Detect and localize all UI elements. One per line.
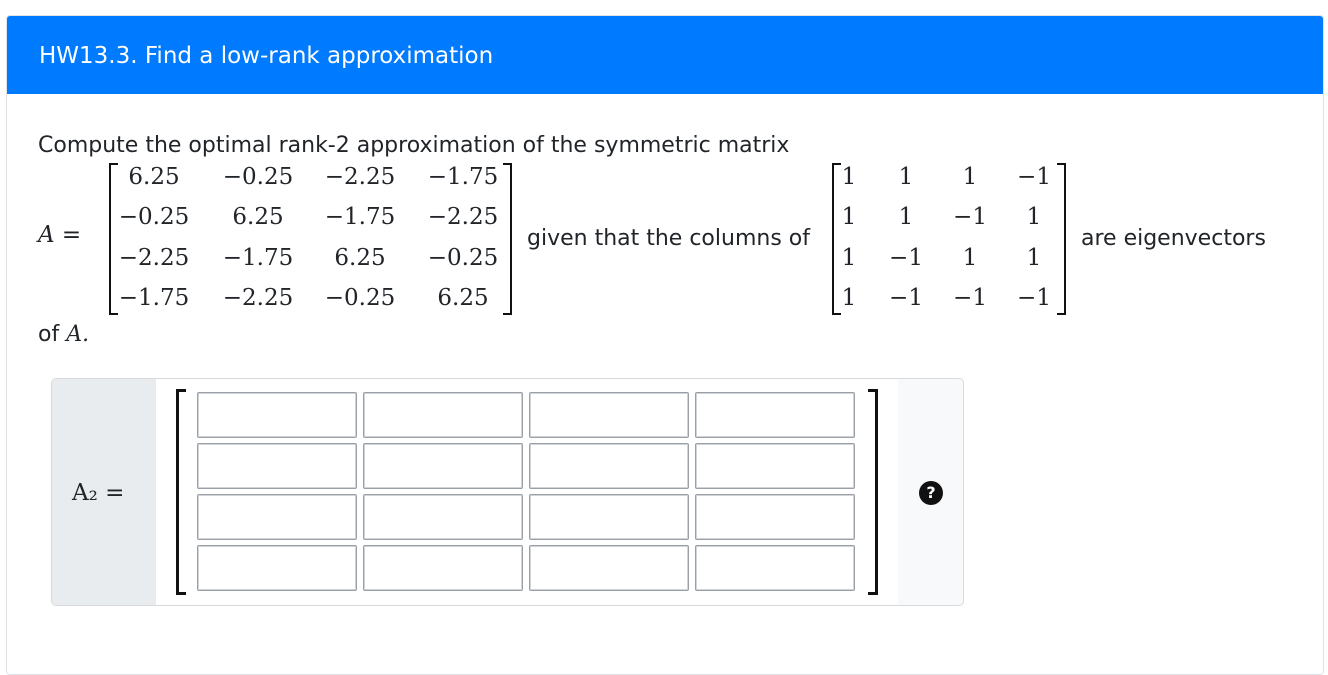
matrix-a-cell: −2.25 — [222, 285, 294, 311]
eigen-matrix-cell: 1 — [1026, 204, 1042, 230]
eigen-matrix-cell: 1 — [841, 245, 857, 271]
eigen-matrix-cell: 1 — [962, 164, 978, 190]
matrix-a-cell: −1.75 — [324, 204, 396, 230]
matrix-a-cell: −0.25 — [118, 204, 190, 230]
answer-input-r1-c3[interactable] — [529, 392, 689, 438]
matrix-a-cell: −2.25 — [118, 245, 190, 271]
answer-input-r3-c4[interactable] — [695, 494, 855, 540]
of-text: of — [38, 322, 60, 347]
matrix-a-cell: −0.25 — [427, 245, 499, 271]
answer-input-r4-c4[interactable] — [695, 545, 855, 591]
matrix-a-cell: −1.75 — [427, 164, 499, 190]
eigen-matrix-cell: 1 — [898, 164, 914, 190]
eigen-matrix-cell: −1 — [889, 285, 923, 311]
answer-input-r3-c2[interactable] — [363, 494, 523, 540]
answer-input-r4-c1[interactable] — [197, 545, 357, 591]
matrix-a-cell: 6.25 — [128, 164, 180, 190]
answer-input-r1-c4[interactable] — [695, 392, 855, 438]
answer-right-bracket — [868, 389, 878, 595]
matrix-a-cell: 6.25 — [232, 204, 284, 230]
matrix-a-cell: 6.25 — [334, 245, 386, 271]
answer-input-r4-c2[interactable] — [363, 545, 523, 591]
answer-left-bracket — [176, 389, 186, 595]
matrix-a-cell: −1.75 — [118, 285, 190, 311]
matrix-a-cell: 6.25 — [437, 285, 489, 311]
eigen-matrix-cell: −1 — [1017, 285, 1051, 311]
answer-input-r1-c1[interactable] — [197, 392, 357, 438]
eigen-matrix-cell: −1 — [953, 285, 987, 311]
of-var: A. — [66, 322, 90, 347]
eigen-matrix-cell: 1 — [841, 285, 857, 311]
answer-label-box: A₂ = — [52, 379, 157, 605]
question-title: HW13.3. Find a low-rank approximation — [39, 43, 494, 69]
eigen-matrix-cell: 1 — [841, 164, 857, 190]
answer-input-r2-c4[interactable] — [695, 443, 855, 489]
card-header: HW13.3. Find a low-rank approximation — [7, 16, 1323, 94]
matrix-a-cell: −2.25 — [324, 164, 396, 190]
eigen-matrix-cell: 1 — [898, 204, 914, 230]
answer-label: A₂ = — [72, 480, 125, 506]
answer-input-r1-c2[interactable] — [363, 392, 523, 438]
eigen-matrix-cell: 1 — [841, 204, 857, 230]
answer-input-r2-c2[interactable] — [363, 443, 523, 489]
eigen-matrix-cell: −1 — [889, 245, 923, 271]
problem-intro: Compute the optimal rank-2 approximation… — [38, 133, 790, 158]
matrix-a-cell: −2.25 — [427, 204, 499, 230]
eigen-matrix-cell: 1 — [1026, 245, 1042, 271]
answer-input-r3-c1[interactable] — [197, 494, 357, 540]
answer-input-r4-c3[interactable] — [529, 545, 689, 591]
given-text: given that the columns of — [527, 226, 810, 251]
eigen-matrix-cell: 1 — [962, 245, 978, 271]
of-a-text: of A. — [38, 320, 89, 350]
matrix-a-cell: −0.25 — [222, 164, 294, 190]
are-eigenvectors-text: are eigenvectors — [1081, 226, 1266, 251]
eigen-matrix-cell: −1 — [1017, 164, 1051, 190]
matrix-a-cell: −0.25 — [324, 285, 396, 311]
answer-input-r3-c3[interactable] — [529, 494, 689, 540]
answer-input-r2-c1[interactable] — [197, 443, 357, 489]
matrix-a-label: A = — [38, 222, 82, 248]
matrix-a-cell: −1.75 — [222, 245, 294, 271]
answer-block: A₂ = ? — [51, 378, 964, 606]
answer-input-r2-c3[interactable] — [529, 443, 689, 489]
help-icon[interactable]: ? — [919, 481, 943, 505]
answer-matrix — [156, 379, 898, 605]
eigen-matrix-cell: −1 — [953, 204, 987, 230]
